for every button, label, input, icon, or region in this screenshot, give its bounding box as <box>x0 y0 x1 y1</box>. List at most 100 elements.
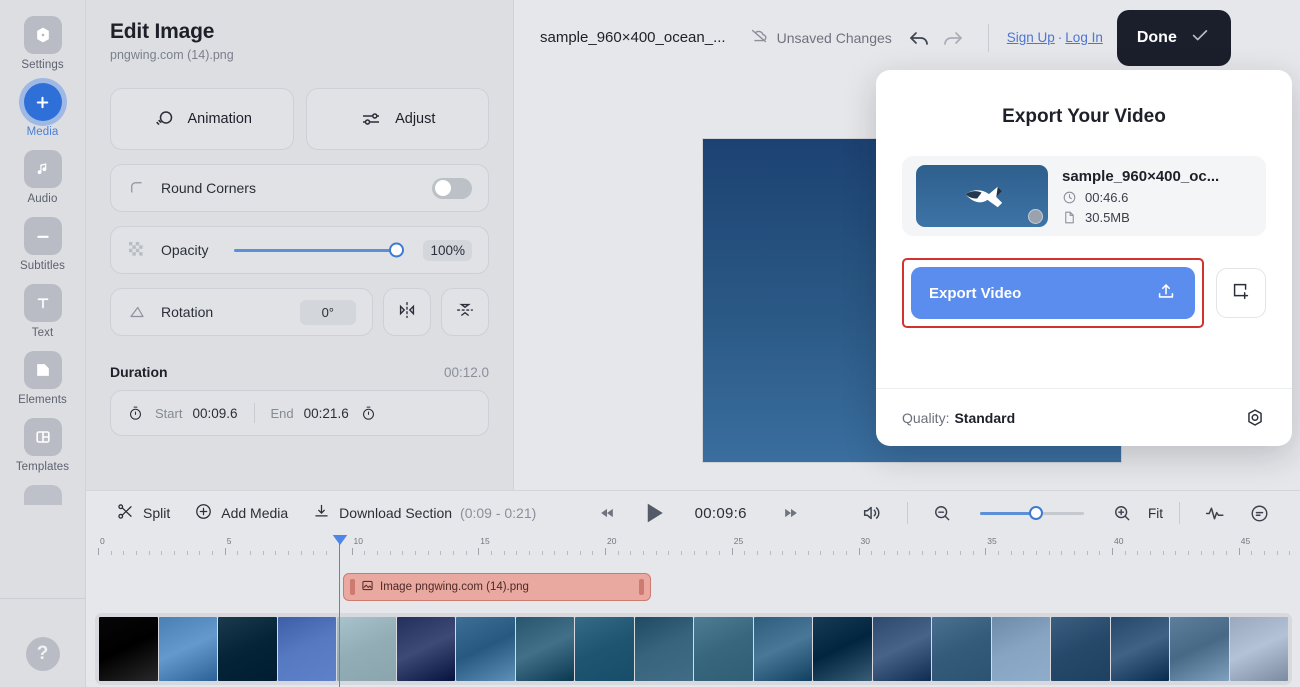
sign-up-link[interactable]: Sign Up <box>1007 30 1055 45</box>
split-label: Split <box>143 505 170 521</box>
download-section-button[interactable]: Download Section (0:09 - 0:21) <box>304 502 544 524</box>
adjust-button[interactable]: Adjust <box>306 88 490 150</box>
templates-icon <box>24 418 62 456</box>
ruler-tick <box>554 551 555 555</box>
timeline-zoom-slider[interactable] <box>980 512 1084 515</box>
flip-horizontal-icon <box>396 299 418 326</box>
add-frame-icon <box>1230 280 1252 307</box>
end-value[interactable]: 00:21.6 <box>304 406 349 421</box>
ruler-tick <box>491 551 492 555</box>
rotation-label: Rotation <box>161 304 213 320</box>
rail-item-audio[interactable]: Audio <box>7 150 79 205</box>
start-value[interactable]: 00:09.6 <box>192 406 237 421</box>
rail-item-overflow[interactable] <box>7 485 79 510</box>
rail-item-media[interactable]: Media <box>7 83 79 138</box>
ruler-tick <box>1226 551 1227 555</box>
done-button[interactable]: Done <box>1117 10 1231 66</box>
playhead[interactable] <box>339 535 340 687</box>
round-corners-label: Round Corners <box>161 180 256 196</box>
flip-horizontal-button[interactable] <box>383 288 431 336</box>
rotation-row: Rotation 0° <box>110 288 489 336</box>
ruler-tick <box>706 551 707 555</box>
add-to-project-button[interactable] <box>1216 268 1266 318</box>
animation-icon <box>152 107 176 131</box>
quality-label: Quality: <box>902 410 949 426</box>
export-file-size: 30.5MB <box>1085 210 1130 225</box>
timeline-toolbar: Split Add Media Download Section (0:09 -… <box>86 490 1300 535</box>
download-section-range: (0:09 - 0:21) <box>460 505 536 521</box>
adjust-label: Adjust <box>395 111 435 127</box>
export-video-button[interactable]: Export Video <box>911 267 1195 319</box>
undo-button[interactable] <box>902 21 936 55</box>
ruler-tick <box>1175 551 1176 555</box>
ruler-tick <box>808 551 809 555</box>
play-button[interactable] <box>639 498 669 528</box>
help-icon[interactable]: ? <box>26 637 60 671</box>
skip-back-button[interactable] <box>589 503 625 523</box>
rail-item-subtitles[interactable]: Subtitles <box>7 217 79 272</box>
volume-button[interactable] <box>853 502 891 524</box>
export-size-row: 30.5MB <box>1062 210 1252 225</box>
ruler-tick <box>681 551 682 555</box>
animation-button[interactable]: Animation <box>110 88 294 150</box>
flip-vertical-button[interactable] <box>441 288 489 336</box>
rail-item-text[interactable]: Text <box>7 284 79 339</box>
caption-button[interactable] <box>1241 503 1278 524</box>
split-button[interactable]: Split <box>108 502 178 524</box>
ruler-tick <box>199 551 200 555</box>
filmstrip-frame <box>1230 617 1289 681</box>
ruler-tick <box>174 551 175 555</box>
quick-actions-row: Animation Adjust <box>110 88 489 150</box>
filmstrip-frame <box>159 617 218 681</box>
zoom-slider-knob[interactable] <box>1029 506 1043 520</box>
waveform-button[interactable] <box>1196 503 1233 524</box>
timeline-ruler[interactable]: 051015202530354045 <box>86 535 1300 563</box>
log-in-link[interactable]: Log In <box>1065 30 1103 45</box>
ruler-tick <box>123 551 124 555</box>
rail-divider <box>0 598 85 599</box>
zoom-out-button[interactable] <box>924 503 960 523</box>
rail-item-templates[interactable]: Templates <box>7 418 79 473</box>
ruler-tick-major <box>225 548 226 555</box>
ruler-tick <box>1188 551 1189 555</box>
start-timer-icon[interactable] <box>125 405 145 422</box>
skip-forward-button[interactable] <box>773 503 809 523</box>
timeline-filmstrip[interactable] <box>95 613 1292 685</box>
animation-label: Animation <box>188 111 252 127</box>
filmstrip-frame <box>456 617 515 681</box>
fit-button[interactable]: Fit <box>1148 506 1163 521</box>
redo-button[interactable] <box>936 21 970 55</box>
round-corners-toggle[interactable] <box>432 178 472 199</box>
ruler-tick <box>466 551 467 555</box>
opacity-label: Opacity <box>161 242 208 258</box>
start-end-row: Start 00:09.6 End 00:21.6 <box>110 390 489 436</box>
zoom-slider-fill <box>980 512 1036 515</box>
add-media-label: Add Media <box>221 505 288 521</box>
ruler-tick <box>288 551 289 555</box>
clip-handle-left[interactable] <box>350 579 355 595</box>
export-file-card: sample_960×400_oc... 00:46.6 <box>902 156 1266 236</box>
project-name[interactable]: sample_960×400_ocean_... <box>540 29 726 46</box>
ruler-tick <box>846 551 847 555</box>
timeline-clip[interactable]: Image pngwing.com (14).png <box>343 573 651 601</box>
clip-handle-right[interactable] <box>639 579 644 595</box>
add-media-button[interactable]: Add Media <box>186 502 296 524</box>
end-timer-icon[interactable] <box>359 405 379 422</box>
ruler-tick <box>440 551 441 555</box>
timeline[interactable]: 051015202530354045 Image pngwing.com (14… <box>86 535 1300 687</box>
rail-item-elements[interactable]: Elements <box>7 351 79 406</box>
opacity-slider-knob[interactable] <box>389 243 404 258</box>
ruler-tick-label: 40 <box>1114 536 1123 546</box>
clip-label: Image pngwing.com (14).png <box>380 581 529 593</box>
subtitles-icon <box>24 217 62 255</box>
auth-links: Sign Up·Log In <box>1007 30 1103 45</box>
rail-label: Subtitles <box>20 260 65 272</box>
gear-icon[interactable] <box>1244 407 1266 429</box>
rotation-value[interactable]: 0° <box>300 300 356 325</box>
zoom-in-button[interactable] <box>1104 503 1140 523</box>
opacity-slider[interactable] <box>234 249 397 252</box>
filmstrip-frame <box>99 617 158 681</box>
rail-item-settings[interactable]: Settings <box>7 16 79 71</box>
filmstrip-frame <box>516 617 575 681</box>
download-icon <box>312 502 331 524</box>
